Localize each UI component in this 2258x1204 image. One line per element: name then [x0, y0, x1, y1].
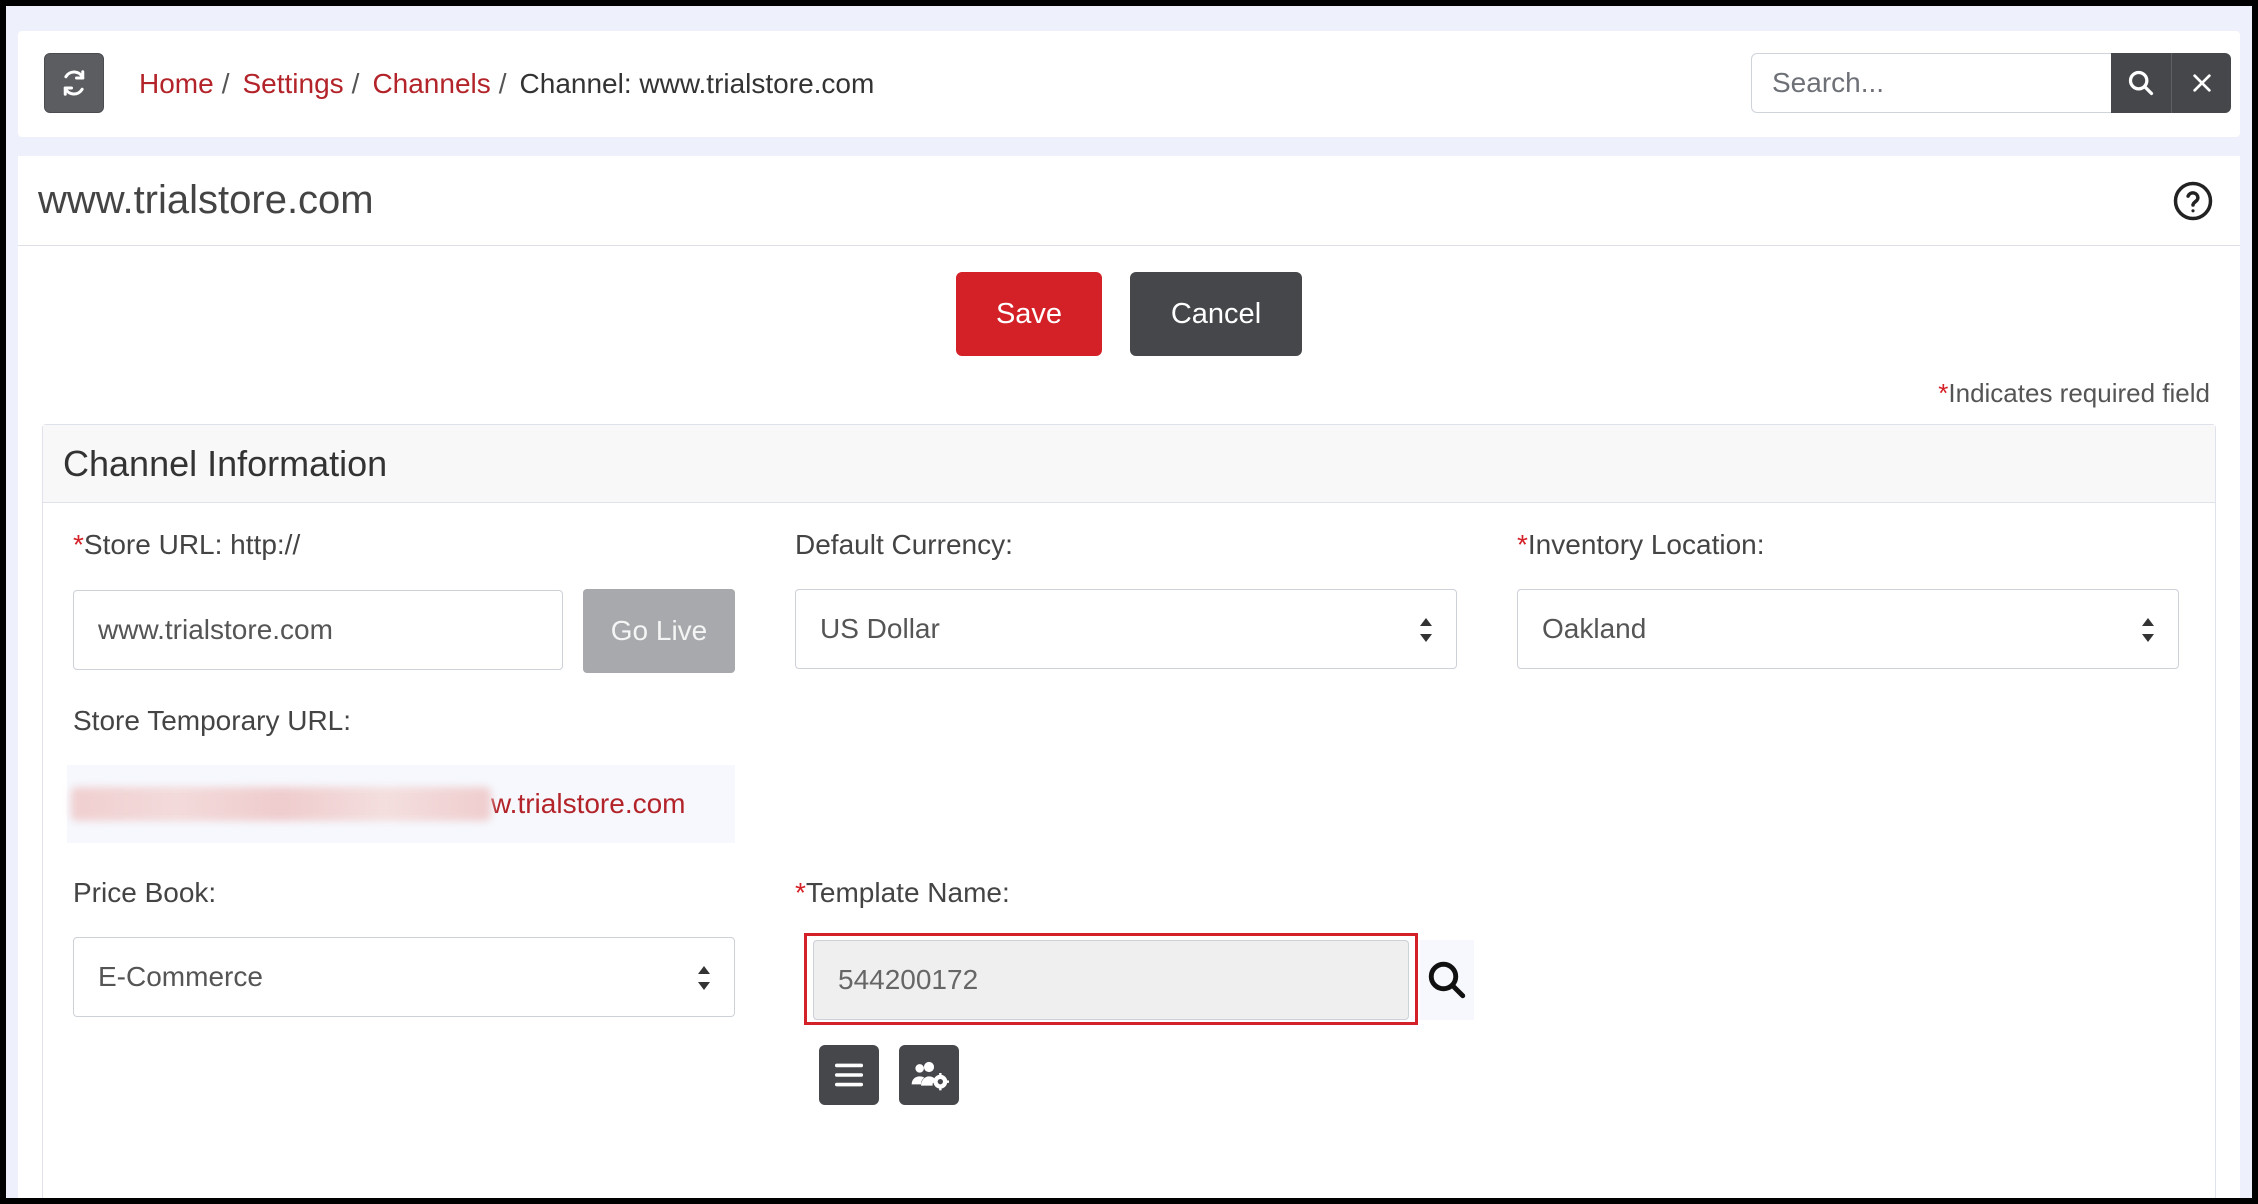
clear-search-button[interactable] — [2171, 53, 2231, 113]
store-url-label: *Store URL: http:// — [73, 529, 300, 561]
store-temporary-url-label: Store Temporary URL: — [73, 705, 352, 736]
search-input[interactable] — [1751, 53, 2111, 113]
template-lookup-button[interactable] — [1420, 940, 1474, 1020]
inventory-location-value: Oakland — [1542, 613, 1647, 644]
required-star: * — [795, 877, 806, 908]
default-currency-value: US Dollar — [820, 613, 940, 644]
store-temporary-url: w.trialstore.com — [67, 765, 735, 843]
inventory-location-label-text: Inventory Location: — [1527, 529, 1765, 560]
breadcrumb-channels[interactable]: Channels — [372, 68, 490, 100]
breadcrumb-settings[interactable]: Settings — [242, 68, 343, 100]
sort-arrows-icon — [698, 966, 710, 990]
store-url-label-text: Store URL: http:// — [83, 529, 301, 560]
search-button[interactable] — [2111, 53, 2171, 113]
list-icon — [834, 1063, 864, 1087]
app-frame: Home / Settings / Channels / Channel: ww… — [6, 6, 2252, 1198]
cancel-button[interactable]: Cancel — [1130, 272, 1302, 356]
search-group — [1751, 53, 2231, 113]
breadcrumb-current: Channel: www.trialstore.com — [519, 68, 875, 99]
price-book-value: E-Commerce — [98, 961, 263, 992]
breadcrumb-separator: / — [498, 68, 507, 99]
breadcrumb-separator: / — [351, 68, 360, 99]
default-currency-select[interactable]: US Dollar — [795, 589, 1457, 669]
inventory-location-label: *Inventory Location: — [1517, 529, 1765, 561]
save-button[interactable]: Save — [956, 272, 1102, 356]
template-name-value: 544200172 — [838, 964, 979, 995]
redacted-url-prefix — [71, 787, 491, 821]
store-url-value: www.trialstore.com — [98, 614, 333, 645]
section-header: Channel Information — [43, 425, 2215, 503]
breadcrumb-separator: / — [221, 68, 230, 99]
sort-arrows-icon — [2142, 618, 2154, 642]
user-gear-icon — [911, 1061, 949, 1091]
store-url-input[interactable]: www.trialstore.com — [73, 590, 563, 670]
required-note-text: Indicates required field — [1948, 378, 2210, 408]
breadcrumb: Home / Settings / Channels / Channel: ww… — [139, 31, 874, 137]
channel-information-section: Channel Information *Store URL: http:// … — [42, 424, 2216, 1198]
main-panel: www.trialstore.com Save Cancel *Indicate… — [18, 156, 2240, 1198]
price-book-label: Price Book: — [73, 877, 217, 908]
required-star: * — [1938, 378, 1949, 408]
store-temporary-url-link[interactable]: w.trialstore.com — [491, 788, 686, 820]
form-actions: Save Cancel — [18, 272, 2240, 356]
refresh-icon — [63, 70, 85, 96]
template-users-settings-button[interactable] — [899, 1045, 959, 1105]
search-icon — [1428, 961, 1466, 999]
template-name-input[interactable]: 544200172 — [813, 940, 1409, 1020]
search-icon — [2128, 70, 2154, 96]
breadcrumb-home[interactable]: Home — [139, 68, 214, 100]
sort-arrows-icon — [1420, 618, 1432, 642]
help-icon[interactable] — [2172, 180, 2214, 222]
page-title: www.trialstore.com — [38, 178, 374, 222]
top-bar: Home / Settings / Channels / Channel: ww… — [18, 31, 2240, 137]
price-book-select[interactable]: E-Commerce — [73, 937, 735, 1017]
required-field-note: *Indicates required field — [1938, 378, 2210, 409]
required-star: * — [1517, 529, 1528, 560]
default-currency-label: Default Currency: — [795, 529, 1013, 560]
go-live-button[interactable]: Go Live — [583, 589, 735, 673]
page-header: www.trialstore.com — [18, 156, 2240, 246]
required-star: * — [73, 529, 84, 560]
template-name-label: *Template Name: — [795, 877, 1010, 909]
refresh-button[interactable] — [44, 53, 104, 113]
template-name-label-text: Template Name: — [805, 877, 1010, 908]
close-icon — [2192, 74, 2211, 92]
inventory-location-select[interactable]: Oakland — [1517, 589, 2179, 669]
template-list-button[interactable] — [819, 1045, 879, 1105]
section-title: Channel Information — [63, 442, 388, 484]
